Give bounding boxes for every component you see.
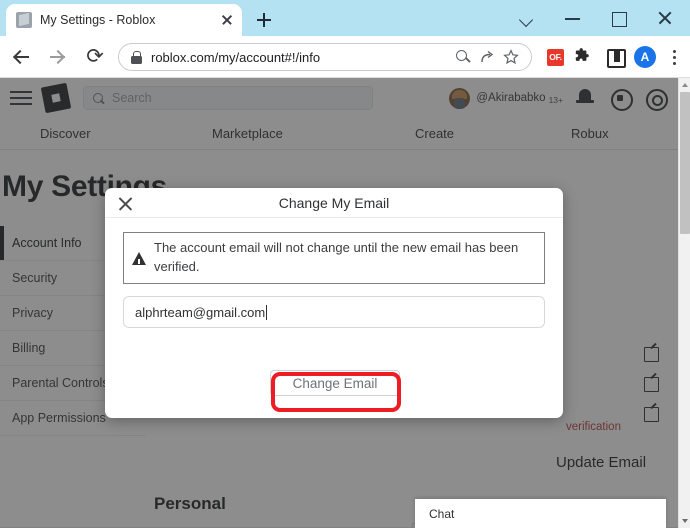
chat-popup[interactable]: Chat: [415, 499, 666, 528]
vertical-scrollbar[interactable]: [678, 78, 690, 528]
modal-title: Change My Email: [278, 194, 390, 211]
search-icon[interactable]: [451, 45, 475, 69]
forward-arrow-icon[interactable]: [42, 40, 76, 74]
browser-window: My Settings - Roblox ⟳ roblox.com/my/acc…: [0, 0, 690, 528]
reload-icon[interactable]: ⟳: [78, 40, 112, 74]
close-icon[interactable]: [115, 194, 135, 214]
bookmark-star-icon[interactable]: [499, 45, 523, 69]
browser-tab-active[interactable]: My Settings - Roblox: [6, 4, 242, 36]
text-cursor: [266, 304, 268, 320]
modal-header: Change My Email: [105, 188, 563, 218]
address-bar[interactable]: roblox.com/my/account#!/info: [118, 43, 532, 71]
warning-text: The account email will not change until …: [154, 240, 519, 274]
tab-strip: My Settings - Roblox: [0, 0, 690, 36]
email-input-value: alphrteam@gmail.com: [135, 304, 266, 320]
scroll-up-arrow-icon[interactable]: [679, 78, 690, 91]
warning-triangle-icon: [124, 233, 154, 283]
change-email-button[interactable]: Change Email: [270, 370, 400, 396]
maximize-button[interactable]: [596, 3, 642, 33]
tab-title: My Settings - Roblox: [40, 13, 156, 27]
side-panel-icon[interactable]: [600, 43, 628, 71]
url-text: roblox.com/my/account#!/info: [151, 49, 321, 65]
scroll-thumb[interactable]: [680, 92, 690, 234]
minimize-button[interactable]: [550, 3, 596, 33]
site-lock-icon: [131, 50, 142, 64]
change-email-modal: Change My Email The account email will n…: [105, 188, 563, 418]
roblox-favicon-icon: [16, 12, 32, 28]
share-icon[interactable]: [475, 45, 499, 69]
window-close-button[interactable]: [642, 3, 688, 33]
window-controls: [504, 0, 688, 36]
extensions-puzzle-icon[interactable]: [568, 43, 596, 71]
browser-toolbar: ⟳ roblox.com/my/account#!/info OF. A: [0, 36, 690, 78]
scroll-down-arrow-icon[interactable]: [679, 515, 690, 528]
new-tab-button[interactable]: [252, 8, 276, 32]
profile-avatar[interactable]: A: [634, 46, 656, 68]
browser-menu-icon[interactable]: [661, 43, 687, 71]
back-arrow-icon[interactable]: [4, 40, 38, 74]
email-input[interactable]: alphrteam@gmail.com: [123, 296, 545, 328]
warning-box: The account email will not change until …: [123, 232, 545, 284]
extension-badge-of[interactable]: OF.: [547, 48, 564, 66]
tab-search-chevron-down-icon[interactable]: [504, 3, 550, 33]
tab-close-icon[interactable]: [218, 11, 236, 29]
chat-popup-label: Chat: [429, 506, 455, 521]
